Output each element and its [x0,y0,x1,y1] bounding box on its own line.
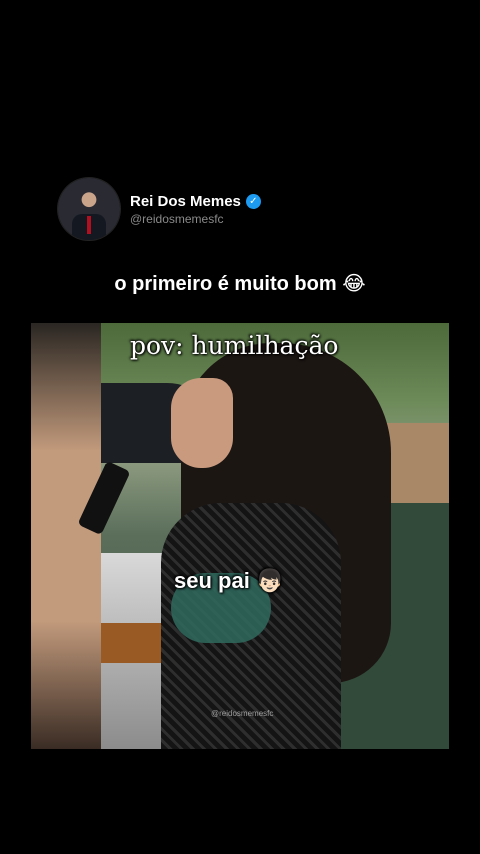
video-overlay-top-text: pov: humilhação [130,331,339,360]
tears-of-joy-emoji-icon: 😂 [342,271,366,295]
boy-emoji-icon: 👦🏻 [255,569,284,594]
verified-badge-icon: ✓ [245,193,261,209]
video-man [31,323,101,749]
post-header: Rei Dos Memes ✓ @reidosmemesfc [58,178,261,240]
author-avatar[interactable] [58,178,120,240]
author-info: Rei Dos Memes ✓ @reidosmemesfc [130,193,261,226]
avatar-tie [87,216,91,234]
overlay-middle-label: seu pai [174,568,250,593]
caption-text: o primeiro é muito bom [114,273,337,295]
video-watermark: @reidosmemesfc [211,709,274,718]
post-caption: o primeiro é muito bom 😂 [0,271,480,296]
author-handle[interactable]: @reidosmemesfc [130,212,261,226]
video-woman-face [171,378,233,468]
video-overlay-middle-text: seu pai 👦🏻 [174,568,283,594]
author-display-name[interactable]: Rei Dos Memes [130,193,241,210]
display-name-row: Rei Dos Memes ✓ [130,193,261,210]
post-video[interactable]: pov: humilhação seu pai 👦🏻 @reidosmemesf… [31,323,449,749]
